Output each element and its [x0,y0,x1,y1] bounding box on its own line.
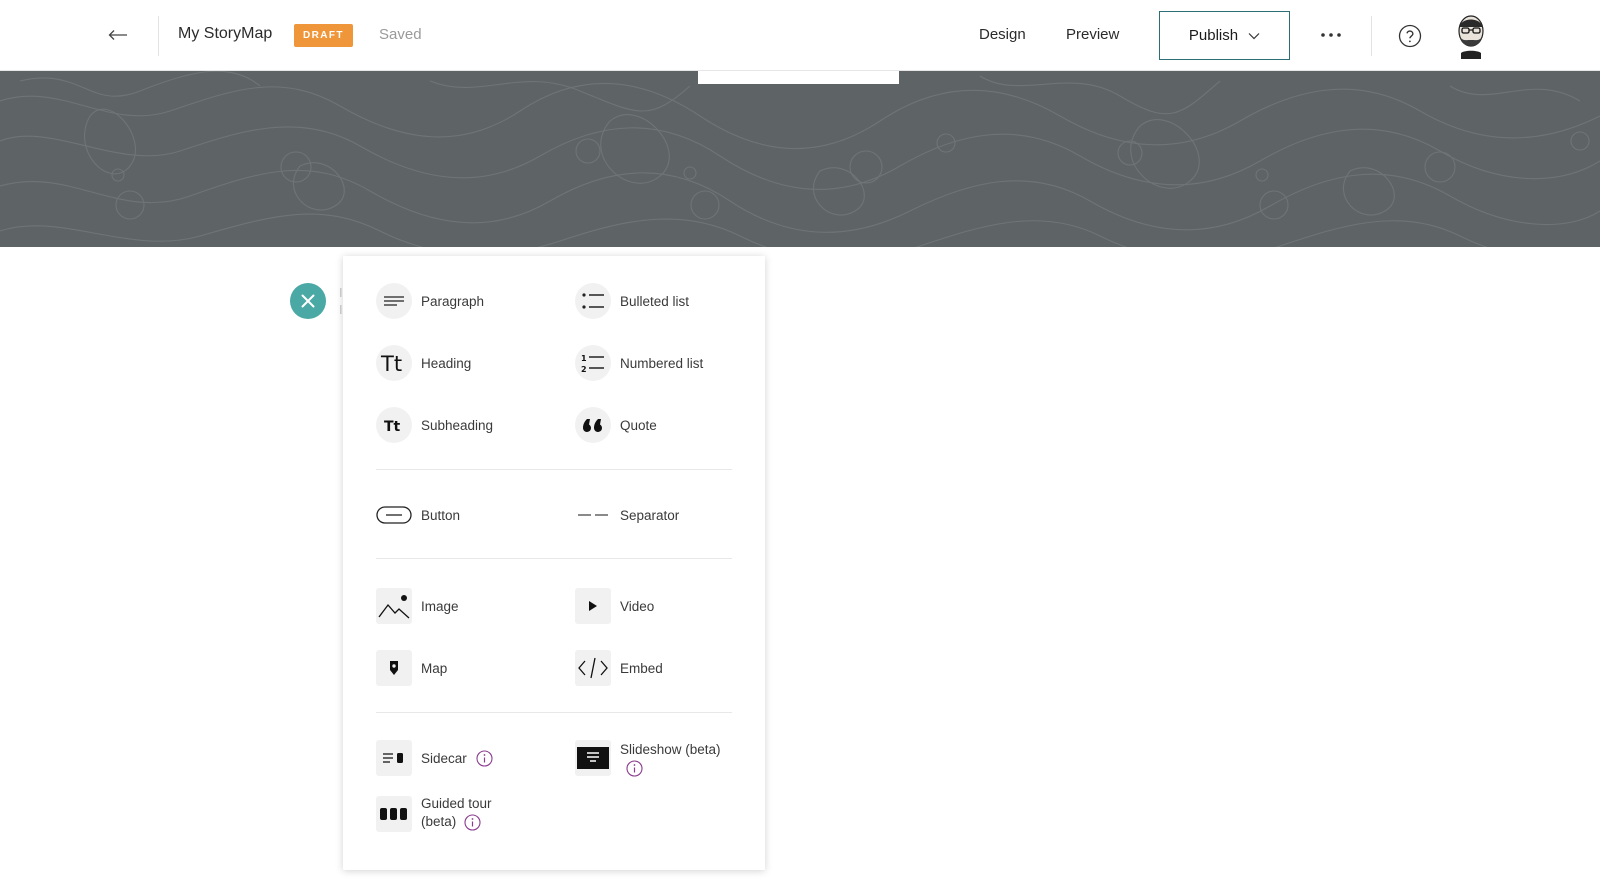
divider [158,16,159,56]
guided-tour-icon [376,796,412,832]
block-label: Slideshow (beta) [620,742,721,757]
avatar-portrait-icon [1458,15,1484,59]
user-avatar[interactable] [1454,13,1488,59]
block-label: Embed [620,660,663,676]
svg-text:Tt: Tt [384,419,401,433]
map-icon [376,650,412,686]
block-option-numbered-list[interactable]: 12 Numbered list [575,345,703,381]
info-icon[interactable] [626,760,643,777]
block-option-video[interactable]: Video [575,588,654,624]
block-label: Numbered list [620,355,704,371]
svg-text:Tt: Tt [380,352,402,374]
guided-tour-label-group: Guided tour (beta) [421,795,492,831]
video-icon [575,588,611,624]
block-option-button[interactable]: Button [376,497,460,533]
preview-button[interactable]: Preview [1066,26,1119,43]
ellipsis-icon [1321,33,1341,37]
help-button[interactable] [1398,24,1422,48]
block-label: Guided tour [421,796,492,811]
block-label: Heading [421,355,472,371]
info-icon[interactable] [476,749,493,767]
close-icon [301,294,315,308]
block-label: Button [421,507,461,523]
block-label: Separator [620,507,680,523]
paragraph-icon [376,283,412,319]
block-option-heading[interactable]: Tt Heading [376,345,471,381]
slideshow-label-group: Slideshow (beta) [620,740,721,777]
topographic-pattern [0,71,1600,247]
bulleted-list-icon [575,283,611,319]
top-bar: My StoryMap DRAFT Saved Design Preview P… [0,0,1600,71]
block-option-bulleted-list[interactable]: Bulleted list [575,283,689,319]
more-options-button[interactable] [1316,22,1346,48]
separator-icon [575,497,611,533]
block-label: Sidecar [421,750,467,766]
subheading-icon: Tt [376,407,412,443]
block-option-map[interactable]: Map [376,650,447,686]
block-label-beta: (beta) [421,814,457,829]
section-divider [376,558,732,559]
block-label: Subheading [421,417,494,433]
button-icon [376,497,412,533]
block-label: Image [421,598,459,614]
section-divider [376,712,732,713]
close-block-picker-button[interactable] [290,283,326,319]
slideshow-icon [575,740,611,776]
help-icon [1398,24,1422,48]
block-picker-panel: Paragraph Bulleted list Tt Heading 12 Nu… [343,256,765,870]
numbered-list-icon: 12 [575,345,611,381]
block-option-slideshow[interactable]: Slideshow (beta) [575,740,721,777]
sidecar-icon [376,740,412,776]
chevron-down-icon [1248,32,1260,39]
svg-text:1: 1 [581,354,587,363]
arrow-left-icon [108,30,127,40]
draft-badge: DRAFT [294,24,353,47]
block-option-paragraph[interactable]: Paragraph [376,283,484,319]
image-icon [376,588,412,624]
save-status: Saved [379,26,422,43]
publish-label: Publish [1188,27,1239,44]
publish-button[interactable]: Publish [1159,11,1290,60]
block-option-subheading[interactable]: Tt Subheading [376,407,493,443]
block-label: Paragraph [421,293,485,309]
block-option-sidecar[interactable]: Sidecar [376,740,493,776]
quote-icon [575,407,611,443]
block-option-embed[interactable]: Embed [575,650,663,686]
cover-tab [698,71,899,84]
cover-image [0,71,1600,247]
section-divider [376,469,732,470]
divider [1371,16,1372,56]
block-label: Video [620,598,655,614]
block-option-separator[interactable]: Separator [575,497,679,533]
block-label-line-2: (beta) [421,813,492,831]
svg-text:2: 2 [581,365,587,373]
embed-icon [575,650,611,686]
story-title[interactable]: My StoryMap [178,25,272,43]
block-label: Map [421,660,448,676]
block-option-image[interactable]: Image [376,588,459,624]
block-option-quote[interactable]: Quote [575,407,657,443]
block-label: Quote [620,417,657,433]
design-button[interactable]: Design [979,26,1026,43]
block-label: Bulleted list [620,293,690,309]
back-button[interactable] [104,22,132,48]
info-icon[interactable] [464,814,481,831]
block-option-guided-tour[interactable]: Guided tour (beta) [376,795,492,832]
heading-icon: Tt [376,345,412,381]
